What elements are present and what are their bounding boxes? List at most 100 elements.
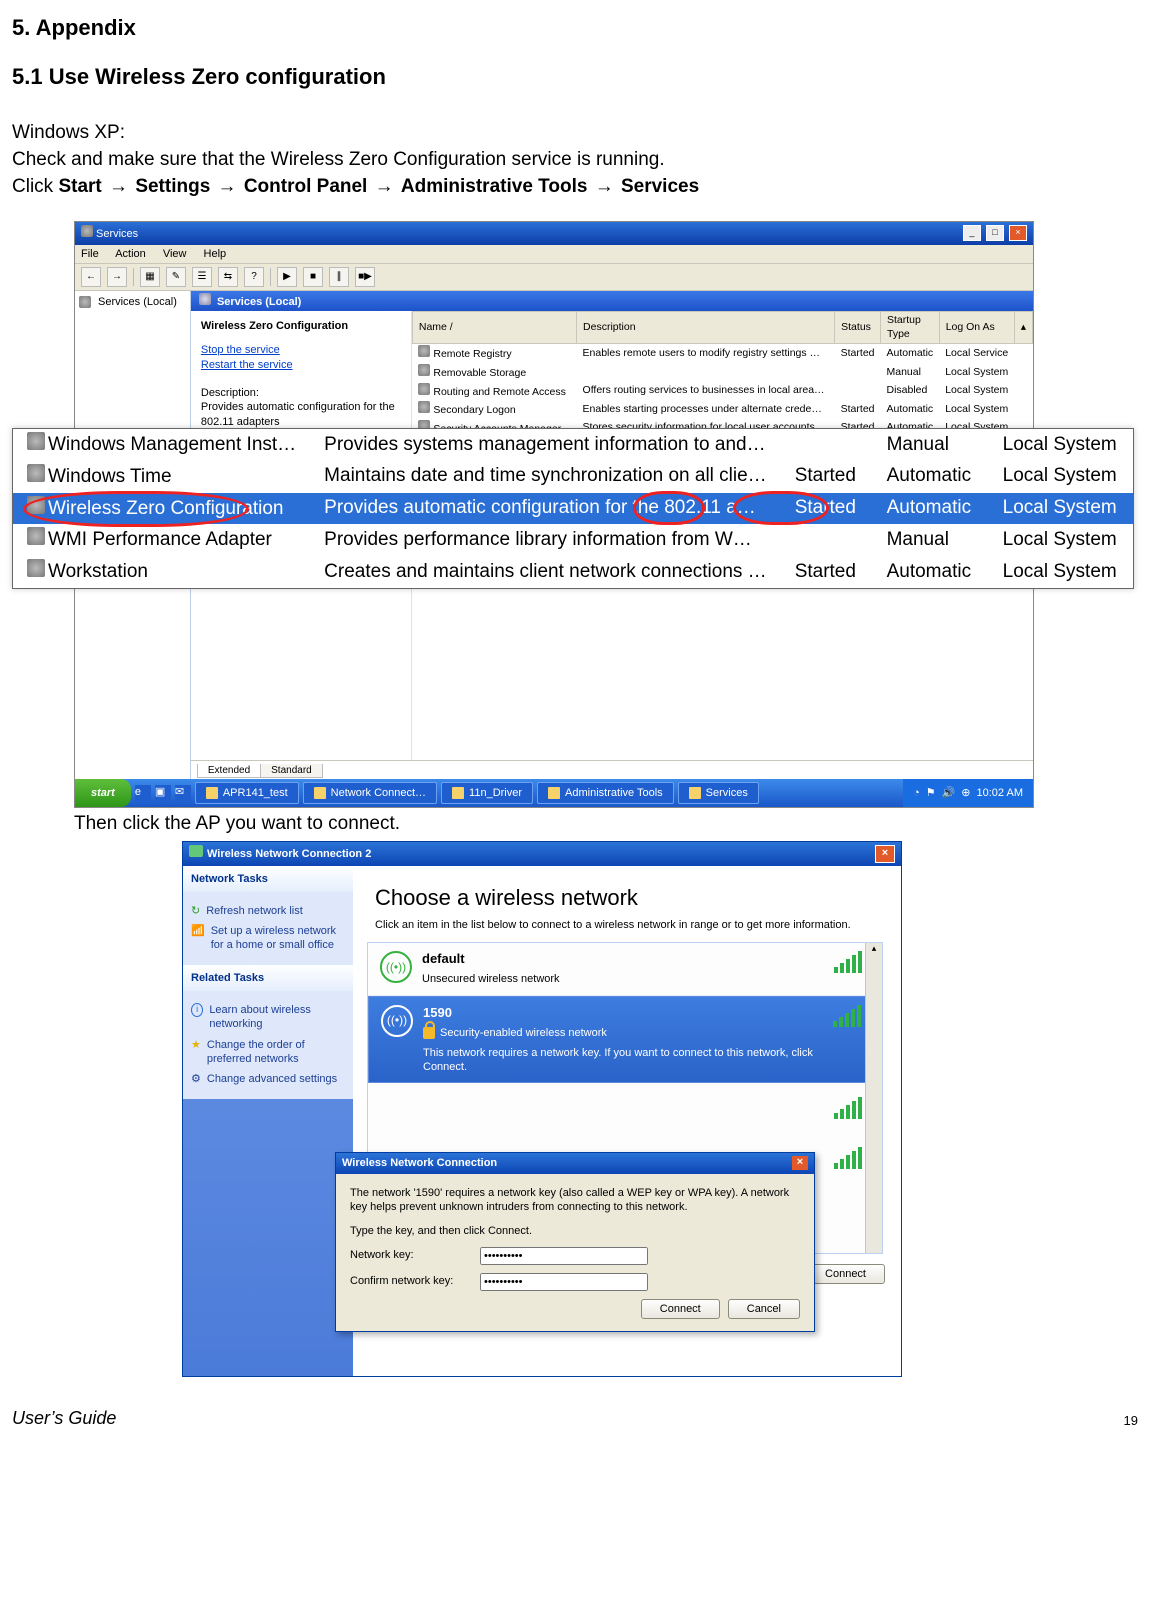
toolbar-icon[interactable]: ⇆ (218, 267, 238, 287)
magnified-row: WMI Performance AdapterProvides performa… (13, 524, 1133, 556)
play-icon[interactable]: ▶ (277, 267, 297, 287)
tree-root[interactable]: Services (Local) (98, 295, 177, 309)
service-row[interactable]: Routing and Remote AccessOffers routing … (412, 382, 1032, 401)
col-logon[interactable]: Log On As (939, 312, 1014, 344)
tab-standard[interactable]: Standard (260, 764, 323, 778)
tray-icon[interactable]: ◔ (913, 786, 920, 800)
nav-back-icon[interactable]: ← (81, 267, 101, 287)
services-window-title: Services (96, 228, 138, 240)
advanced-link[interactable]: ⚙Change advanced settings (191, 1072, 345, 1086)
toolbar-icon[interactable]: ✎ (166, 267, 186, 287)
start-button[interactable]: start (75, 779, 131, 807)
services-titlebar[interactable]: Services _ □ × (75, 222, 1033, 244)
signal-icon (833, 1005, 869, 1027)
network-item[interactable]: ((•)) default Unsecured wireless network (368, 943, 882, 995)
network-key-input[interactable] (480, 1247, 648, 1265)
col-desc[interactable]: Description (577, 312, 835, 344)
toolbar-icon[interactable]: ? (244, 267, 264, 287)
col-status[interactable]: Status (835, 312, 881, 344)
service-row[interactable]: Remote RegistryEnables remote users to m… (412, 344, 1032, 363)
stop-service-link[interactable]: Stop the service (201, 343, 401, 357)
maximize-icon[interactable]: □ (986, 225, 1004, 241)
path-start: Start (58, 176, 101, 197)
magnified-row: Windows TimeMaintains date and time sync… (13, 461, 1133, 493)
close-icon[interactable]: × (792, 1156, 808, 1170)
service-row[interactable]: Removable StorageManualLocal System (412, 363, 1032, 382)
scroll-up-icon[interactable]: ▴ (866, 943, 882, 957)
side-panel: Network Tasks ↻Refresh network list 📶Set… (183, 866, 353, 1376)
path-control-panel: Control Panel (244, 176, 368, 197)
tray-icon[interactable]: ⚑ (926, 786, 936, 800)
pause-icon[interactable]: ∥ (329, 267, 349, 287)
quick-launch-icon[interactable]: ✉ (175, 785, 191, 801)
page-footer: User’s Guide 19 (12, 1407, 1138, 1430)
taskbar-button[interactable]: Services (678, 782, 759, 804)
arrow-icon: → (216, 176, 239, 197)
menu-view[interactable]: View (163, 248, 187, 260)
taskbar-button[interactable]: Administrative Tools (537, 782, 674, 804)
toolbar-icon[interactable]: ▦ (140, 267, 160, 287)
col-name[interactable]: Name / (412, 312, 576, 344)
toolbar-icon[interactable]: ☰ (192, 267, 212, 287)
network-item[interactable]: ((•)) 1590 Security-enabled wireless net… (368, 996, 882, 1084)
taskbar-button[interactable]: Network Connect… (303, 782, 437, 804)
confirm-key-input[interactable] (480, 1273, 648, 1291)
nav-fwd-icon[interactable]: → (107, 267, 127, 287)
subsection-heading: 5.1 Use Wireless Zero configuration (12, 63, 1138, 92)
path-admin-tools: Administrative Tools (401, 176, 588, 197)
service-row[interactable]: Secondary LogonEnables starting processe… (412, 400, 1032, 419)
step-2: Click Start → Settings → Control Panel →… (12, 175, 1138, 200)
refresh-link[interactable]: ↻Refresh network list (191, 904, 345, 918)
star-icon: ★ (191, 1038, 201, 1067)
wnc-titlebar[interactable]: Wireless Network Connection 2 × (183, 842, 901, 866)
close-icon[interactable]: × (1009, 225, 1027, 241)
stop-icon[interactable]: ■ (303, 267, 323, 287)
wifi-icon: ((•)) (380, 951, 412, 983)
scroll-up-icon[interactable]: ▴ (1014, 312, 1032, 344)
menu-bar[interactable]: File Action View Help (75, 245, 1033, 264)
col-startup[interactable]: Startup Type (881, 312, 940, 344)
quick-launch-icon[interactable]: ▣ (155, 785, 171, 801)
taskbar[interactable]: start e ▣ ✉ APR141_testNetwork Connect…1… (75, 779, 1033, 807)
learn-link[interactable]: iLearn about wireless networking (191, 1003, 345, 1032)
connect-button[interactable]: Connect (806, 1264, 885, 1284)
scrollbar[interactable]: ▴ (865, 943, 882, 1253)
selected-service-name: Wireless Zero Configuration (201, 319, 401, 333)
taskbar-button[interactable]: APR141_test (195, 782, 299, 804)
refresh-icon: ↻ (191, 904, 200, 918)
arrow-icon: → (373, 176, 396, 197)
footer-title: User’s Guide (12, 1407, 116, 1430)
magnified-row: Wireless Zero ConfigurationProvides auto… (13, 493, 1133, 525)
dialog-titlebar[interactable]: Wireless Network Connection × (336, 1153, 814, 1173)
order-link[interactable]: ★Change the order of preferred networks (191, 1038, 345, 1067)
dialog-cancel-button[interactable]: Cancel (728, 1299, 800, 1319)
tray-icon[interactable]: ⊕ (961, 786, 970, 800)
view-tabs[interactable]: ExtendedStandard (191, 760, 1033, 779)
wnc-title-text: Wireless Network Connection 2 (207, 848, 371, 860)
services-screenshot: Services _ □ × File Action View Help ← →… (74, 221, 1034, 808)
dialog-message: The network '1590' requires a network ke… (350, 1186, 800, 1215)
close-icon[interactable]: × (875, 845, 895, 863)
magnified-callout: Windows Management Inst…Provides systems… (12, 428, 1134, 588)
arrow-icon: → (107, 176, 130, 197)
pane-icon (199, 293, 211, 305)
network-key-label: Network key: (350, 1248, 480, 1262)
arrow-icon: → (593, 176, 616, 197)
info-icon: i (191, 1003, 203, 1017)
network-key-dialog: Wireless Network Connection × The networ… (335, 1152, 815, 1331)
magnified-row: Windows Management Inst…Provides systems… (13, 429, 1133, 461)
tab-extended[interactable]: Extended (197, 764, 261, 778)
quick-launch-icon[interactable]: e (135, 785, 151, 801)
minimize-icon[interactable]: _ (963, 225, 981, 241)
menu-action[interactable]: Action (115, 248, 146, 260)
system-tray[interactable]: ◔ ⚑ 🔊 ⊕ 10:02 AM (903, 779, 1033, 807)
dialog-connect-button[interactable]: Connect (641, 1299, 720, 1319)
setup-link[interactable]: 📶Set up a wireless network for a home or… (191, 924, 345, 953)
restart-service-link[interactable]: Restart the service (201, 358, 401, 372)
taskbar-button[interactable]: 11n_Driver (441, 782, 533, 804)
menu-file[interactable]: File (81, 248, 99, 260)
menu-help[interactable]: Help (204, 248, 227, 260)
gear-icon: ⚙ (191, 1072, 201, 1086)
tray-icon[interactable]: 🔊 (942, 786, 956, 800)
restart-icon[interactable]: ■▶ (355, 267, 375, 287)
